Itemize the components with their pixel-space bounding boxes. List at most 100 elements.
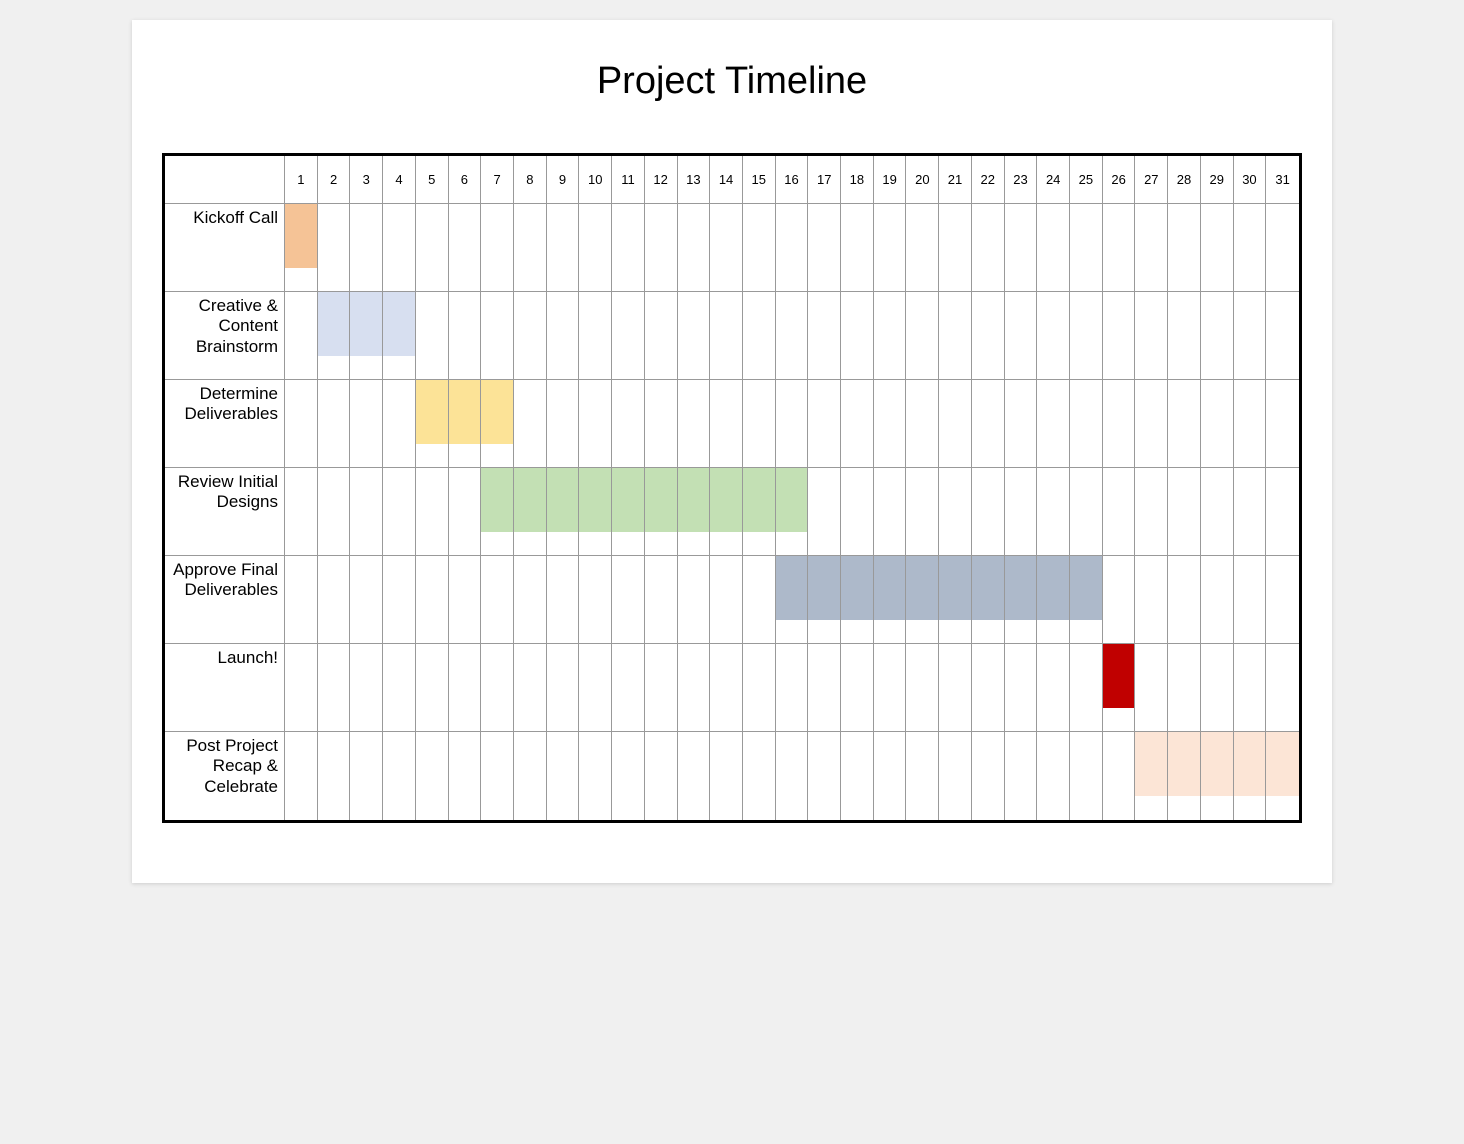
gantt-cell [285, 468, 318, 556]
gantt-cell [1005, 204, 1038, 292]
gantt-cell [972, 644, 1005, 732]
gantt-cell [1266, 204, 1299, 292]
gantt-cell [416, 204, 449, 292]
gantt-cell [1135, 204, 1168, 292]
gantt-bar-segment [776, 556, 808, 620]
gantt-cell [1005, 556, 1038, 644]
header-day: 30 [1234, 156, 1267, 204]
gantt-bar-segment [449, 380, 481, 444]
gantt-cell [841, 204, 874, 292]
gantt-cell [612, 468, 645, 556]
header-day: 19 [874, 156, 907, 204]
header-day: 15 [743, 156, 776, 204]
gantt-cell [285, 380, 318, 468]
chart-title: Project Timeline [162, 60, 1302, 103]
gantt-cell [416, 732, 449, 820]
gantt-cell [579, 204, 612, 292]
gantt-cell [449, 204, 482, 292]
gantt-cell [678, 732, 711, 820]
gantt-cell [776, 468, 809, 556]
gantt-cell [1103, 292, 1136, 380]
gantt-bar-segment [1266, 732, 1299, 796]
gantt-bar-segment [350, 292, 382, 356]
gantt-cell [939, 732, 972, 820]
gantt-cell [906, 644, 939, 732]
gantt-cell [743, 380, 776, 468]
gantt-cell [1201, 644, 1234, 732]
gantt-cell [1070, 380, 1103, 468]
header-day: 24 [1037, 156, 1070, 204]
gantt-cell [514, 732, 547, 820]
gantt-cell [939, 644, 972, 732]
gantt-bar-segment [906, 556, 938, 620]
gantt-bar-segment [1103, 644, 1135, 708]
header-day: 4 [383, 156, 416, 204]
gantt-bar-segment [1037, 556, 1069, 620]
gantt-cell [318, 732, 351, 820]
gantt-cell [1005, 380, 1038, 468]
gantt-cell [645, 556, 678, 644]
gantt-bar-segment [514, 468, 546, 532]
gantt-bar-segment [318, 292, 350, 356]
gantt-cell [383, 292, 416, 380]
gantt-cell [481, 644, 514, 732]
gantt-cell [547, 732, 580, 820]
gantt-bar-segment [579, 468, 611, 532]
gantt-cell [514, 380, 547, 468]
gantt-cell [350, 204, 383, 292]
header-day: 26 [1103, 156, 1136, 204]
gantt-cell [285, 732, 318, 820]
gantt-cell [1037, 644, 1070, 732]
gantt-cell [350, 732, 383, 820]
task-label: Kickoff Call [165, 204, 285, 292]
gantt-cell [1234, 380, 1267, 468]
gantt-bar-segment [383, 292, 415, 356]
gantt-cell [1234, 644, 1267, 732]
gantt-cell [841, 380, 874, 468]
gantt-cell [285, 556, 318, 644]
gantt-bar-segment [972, 556, 1004, 620]
gantt-cell [1070, 292, 1103, 380]
gantt-cell [972, 204, 1005, 292]
gantt-cell [1135, 380, 1168, 468]
header-day: 14 [710, 156, 743, 204]
gantt-cell [939, 292, 972, 380]
gantt-cell [776, 644, 809, 732]
gantt-cell [1070, 204, 1103, 292]
gantt-cell [547, 292, 580, 380]
gantt-cell [710, 468, 743, 556]
gantt-cell [579, 732, 612, 820]
header-day: 23 [1005, 156, 1038, 204]
header-day: 28 [1168, 156, 1201, 204]
gantt-cell [1037, 380, 1070, 468]
gantt-cell [1168, 556, 1201, 644]
gantt-cell [710, 204, 743, 292]
gantt-cell [939, 380, 972, 468]
gantt-cell [318, 292, 351, 380]
gantt-cell [874, 292, 907, 380]
gantt-cell [1201, 468, 1234, 556]
gantt-cell [776, 292, 809, 380]
gantt-cell [318, 644, 351, 732]
gantt-cell [416, 292, 449, 380]
gantt-cell [1201, 292, 1234, 380]
gantt-bar-segment [678, 468, 710, 532]
gantt-cell [383, 380, 416, 468]
gantt-cell [1234, 732, 1267, 820]
gantt-cell [972, 380, 1005, 468]
gantt-cell [416, 380, 449, 468]
gantt-cell [318, 556, 351, 644]
gantt-cell [547, 556, 580, 644]
gantt-cell [318, 380, 351, 468]
gantt-cell [1168, 204, 1201, 292]
gantt-cell [710, 732, 743, 820]
gantt-cell [1266, 556, 1299, 644]
gantt-cell [710, 644, 743, 732]
gantt-cell [350, 468, 383, 556]
gantt-cell [710, 556, 743, 644]
gantt-cell [1005, 732, 1038, 820]
gantt-cell [1234, 204, 1267, 292]
header-day: 13 [678, 156, 711, 204]
gantt-cell [1135, 732, 1168, 820]
document-page: Project Timeline 12345678910111213141516… [132, 20, 1332, 883]
